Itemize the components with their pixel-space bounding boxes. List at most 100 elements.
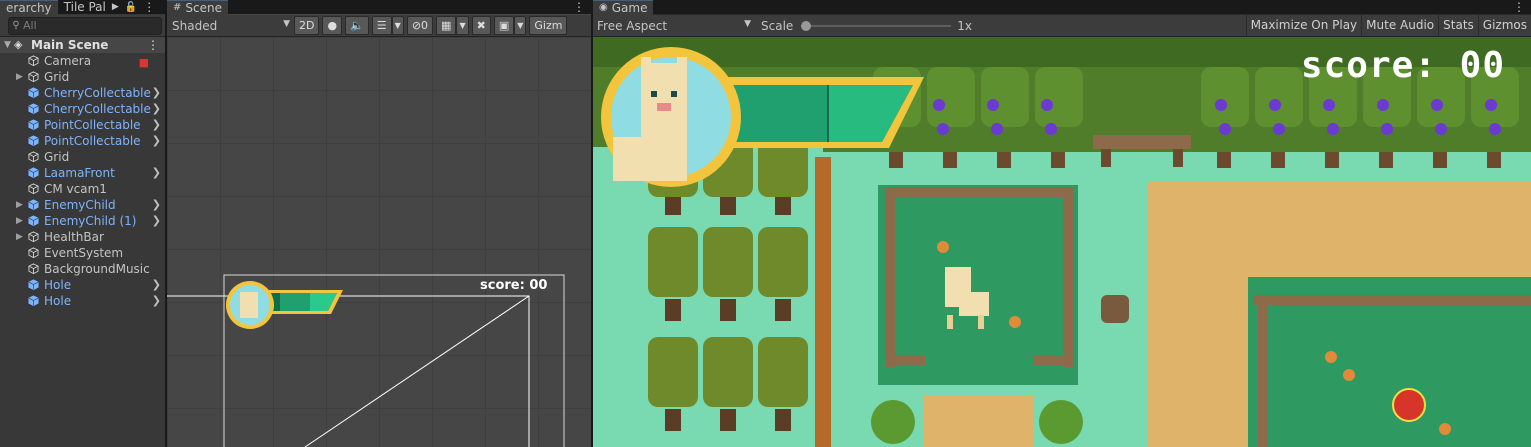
scene-root-row[interactable]: ▼ ◈ Main Scene ⋮ (0, 37, 165, 53)
shading-mode-value: Shaded (172, 18, 218, 33)
hierarchy-item-label: CherryCollectable (44, 86, 151, 100)
scale-slider[interactable] (801, 18, 952, 34)
hierarchy-item[interactable]: Camera ■ (0, 53, 165, 69)
lock-icon[interactable]: 🔓 (125, 2, 137, 13)
eye-off-icon: ⊘ (411, 19, 422, 32)
hierarchy-item[interactable]: CM vcam1 (0, 181, 165, 197)
unity-scene-icon: ◈ (14, 38, 23, 51)
foldout-open-icon[interactable]: ▼ (4, 37, 11, 53)
search-placeholder: All (23, 19, 37, 32)
hierarchy-item[interactable]: ▶ HealthBar (0, 229, 165, 245)
hierarchy-item[interactable]: LaamaFront ❯ (0, 165, 165, 181)
prefab-cube-icon (28, 279, 39, 290)
foldout-icon[interactable]: ▶ (16, 213, 23, 229)
chevron-right-icon[interactable]: ❯ (152, 85, 161, 101)
more-menu-icon[interactable]: ⋮ (143, 0, 155, 14)
tab-scene-label: Scene (185, 0, 222, 15)
gizmos-button[interactable]: Gizm (529, 16, 568, 35)
lighting-toggle[interactable]: ● (322, 16, 343, 35)
tab-tile-palette[interactable]: Tile Pal (58, 0, 112, 14)
maximize-on-play-button[interactable]: Maximize On Play (1245, 15, 1362, 36)
chevron-right-icon[interactable]: ❯ (152, 133, 161, 149)
mute-audio-button[interactable]: Mute Audio (1361, 15, 1438, 36)
game-viewport[interactable]: score: 00 (593, 37, 1531, 447)
hierarchy-item-label: CM vcam1 (44, 182, 107, 196)
aspect-dropdown[interactable]: Free Aspect ▼ (593, 19, 755, 33)
chevron-right-icon[interactable]: ❯ (152, 293, 161, 309)
hierarchy-item[interactable]: Hole ❯ (0, 277, 165, 293)
foldout-icon[interactable]: ▶ (16, 69, 23, 85)
mode-2d-toggle[interactable]: 2D (294, 16, 320, 35)
effects-toggle[interactable]: ☰ (371, 16, 392, 35)
game-toolbar-buttons: Maximize On Play Mute Audio Stats Gizmos (1245, 15, 1531, 36)
game-tabbar: ◉ Game ⋮ (593, 0, 1531, 15)
hierarchy-tree: ▼ ◈ Main Scene ⋮ Camera ■ ▶ Grid CherryColle… (0, 37, 165, 309)
gameobject-cube-icon (28, 71, 39, 82)
stats-button[interactable]: Stats (1438, 15, 1478, 36)
chevron-down-icon: ▼ (517, 21, 524, 30)
mode-2d-label: 2D (299, 19, 315, 32)
hierarchy-item[interactable]: Grid (0, 149, 165, 165)
tab-hierarchy[interactable]: erarchy (0, 0, 58, 15)
chevron-right-icon[interactable]: ❯ (152, 213, 161, 229)
chevron-right-icon[interactable]: ❯ (152, 165, 161, 181)
hierarchy-item[interactable]: BackgroundMusic (0, 261, 165, 277)
scale-label: Scale (761, 18, 794, 33)
hierarchy-panel: erarchy Tile Pal ▶ 🔓 ⋮ ⚲ All ▼ ◈ Main Sc… (0, 0, 165, 447)
hierarchy-item-label: CherryCollectable (44, 102, 151, 116)
gameobject-cube-icon (28, 263, 39, 274)
hierarchy-item-label: BackgroundMusic (44, 262, 150, 276)
hierarchy-item[interactable]: ▶ EnemyChild ❯ (0, 197, 165, 213)
game-menu-icon[interactable]: ⋮ (1513, 0, 1525, 14)
hierarchy-item[interactable]: CherryCollectable ❯ (0, 101, 165, 117)
scene-menu-icon[interactable]: ⋮ (573, 0, 585, 14)
camera-dropdown[interactable]: ▼ (514, 16, 527, 35)
hierarchy-item-label: Grid (44, 150, 70, 164)
mute-audio-label: Mute Audio (1366, 18, 1435, 32)
gameobject-cube-icon (28, 183, 39, 194)
hierarchy-item[interactable]: EventSystem (0, 245, 165, 261)
game-gizmos-label: Gizmos (1482, 18, 1527, 32)
chevron-right-icon[interactable]: ❯ (152, 197, 161, 213)
effects-dropdown[interactable]: ▼ (391, 16, 404, 35)
gizmos-button[interactable]: Gizmos (1477, 15, 1531, 36)
hierarchy-item[interactable]: ▶ Grid (0, 69, 165, 85)
camera-toggle[interactable]: ▣ (493, 16, 515, 35)
shading-mode-dropdown[interactable]: Shaded ▼ (167, 19, 290, 33)
search-input[interactable]: ⚲ All (8, 16, 162, 35)
chevron-right-icon[interactable]: ❯ (152, 277, 161, 293)
audio-toggle[interactable]: 🔈 (345, 16, 369, 35)
foldout-icon[interactable]: ▶ (16, 197, 23, 213)
game-panel: ◉ Game ⋮ Free Aspect ▼ Scale 1x Maximize… (593, 0, 1531, 447)
hierarchy-item[interactable]: PointCollectable ❯ (0, 117, 165, 133)
prefab-cube-icon (28, 199, 39, 210)
scene-viewport[interactable]: score: 00 (167, 37, 591, 447)
scale-slider-thumb[interactable] (801, 20, 812, 31)
hierarchy-toolbar: ⚲ All (0, 15, 165, 37)
play-triangle-icon[interactable]: ▶ (112, 2, 119, 12)
hierarchy-item[interactable]: Hole ❯ (0, 293, 165, 309)
health-bar-graphic (601, 47, 924, 187)
tab-scene[interactable]: # Scene (167, 0, 228, 15)
wrench-icon: ✖ (476, 19, 486, 32)
tab-hierarchy-label: erarchy (6, 0, 52, 15)
tools-toggle[interactable]: ✖ (471, 16, 491, 35)
chevron-right-icon[interactable]: ❯ (152, 101, 161, 117)
hud-health-bar (599, 45, 929, 194)
foldout-icon[interactable]: ▶ (16, 229, 23, 245)
hidden-objects-toggle[interactable]: ⊘ 0 (406, 16, 434, 35)
scene-panel: # Scene ⋮ Shaded ▼ 2D ● 🔈 ☰ ▼ ⊘ 0 ▦ ▼ ✖ ▣… (167, 0, 591, 447)
scene-toolbar: Shaded ▼ 2D ● 🔈 ☰ ▼ ⊘ 0 ▦ ▼ ✖ ▣ ▼ Gizm (167, 15, 591, 37)
gamepad-icon: ◉ (599, 1, 608, 13)
chevron-right-icon[interactable]: ❯ (152, 117, 161, 133)
grid-dropdown[interactable]: ▼ (456, 16, 469, 35)
grid-toggle[interactable]: ▦ (436, 16, 457, 35)
hierarchy-item-label: PointCollectable (44, 134, 141, 148)
hierarchy-item-label: LaamaFront (44, 166, 115, 180)
hierarchy-item[interactable]: CherryCollectable ❯ (0, 85, 165, 101)
scene-menu-icon[interactable]: ⋮ (147, 37, 159, 53)
prefab-cube-icon (28, 135, 39, 146)
hierarchy-item[interactable]: PointCollectable ❯ (0, 133, 165, 149)
tab-game[interactable]: ◉ Game (593, 0, 654, 15)
hierarchy-item[interactable]: ▶ EnemyChild (1) ❯ (0, 213, 165, 229)
